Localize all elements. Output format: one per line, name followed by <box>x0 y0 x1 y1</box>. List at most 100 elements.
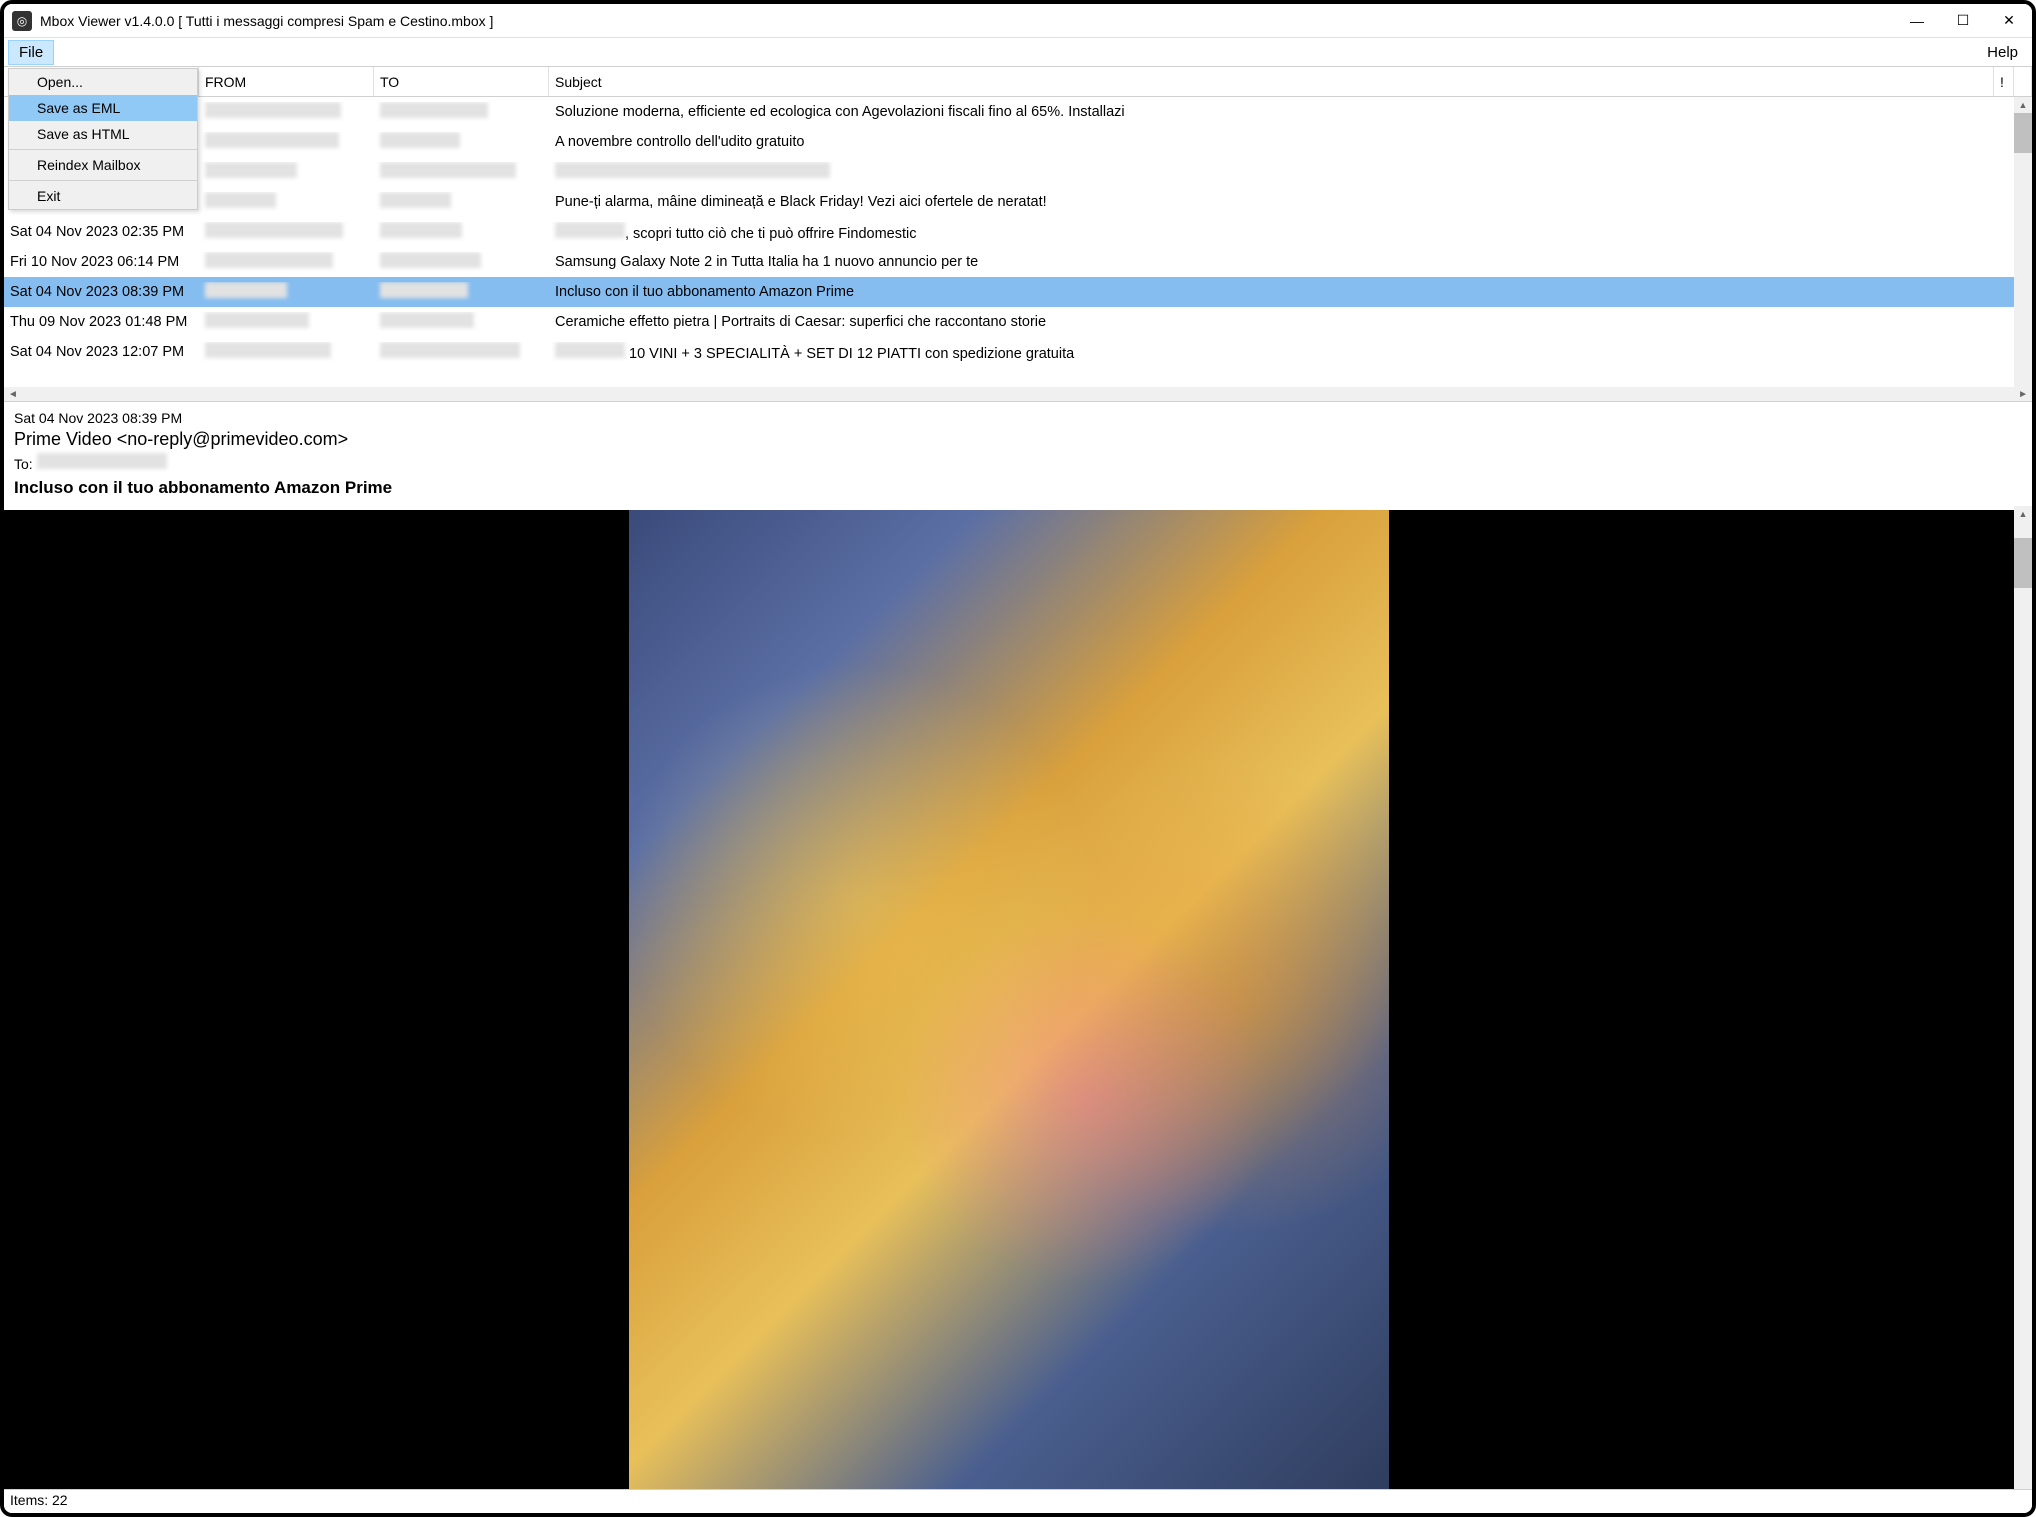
statusbar: Items: 22 <box>4 1489 2032 1513</box>
cell-date: Sat 04 Nov 2023 02:35 PM <box>4 224 199 240</box>
header-subject[interactable]: Subject <box>549 67 1994 96</box>
menubar: File Open... Save as EML Save as HTML Re… <box>4 38 2032 66</box>
cell-subject: , scopri tutto ciò che ti può offrire Fi… <box>549 222 2032 242</box>
table-row[interactable]: Thu 09 Nov 2023 11:49 PMPune-ți alarma, … <box>4 187 2032 217</box>
cell-to <box>374 312 549 332</box>
cell-subject: Soluzione moderna, efficiente ed ecologi… <box>549 104 2032 120</box>
titlebar: ◎ Mbox Viewer v1.4.0.0 [ Tutti i messagg… <box>4 4 2032 38</box>
status-items: Items: 22 <box>10 1492 68 1508</box>
menu-save-html[interactable]: Save as HTML <box>9 121 197 147</box>
maximize-button[interactable]: ☐ <box>1940 4 1986 38</box>
redacted <box>205 342 331 358</box>
menu-separator <box>9 149 197 150</box>
menu-exit[interactable]: Exit <box>9 183 197 209</box>
menu-reindex[interactable]: Reindex Mailbox <box>9 152 197 178</box>
redacted <box>205 102 341 118</box>
cell-subject <box>549 162 2032 182</box>
list-vscrollbar[interactable]: ▲ <box>2014 97 2032 387</box>
redacted <box>205 252 333 268</box>
preview-vscrollbar[interactable]: ▲ <box>2014 506 2032 1489</box>
cell-to <box>374 252 549 272</box>
redacted <box>205 282 287 298</box>
cell-from <box>199 162 374 182</box>
scroll-up-icon[interactable]: ▲ <box>2014 506 2032 522</box>
email-hero-image <box>629 510 1389 1489</box>
header-scroll-gap <box>2014 67 2032 96</box>
cell-from <box>199 252 374 272</box>
redacted <box>205 312 309 328</box>
file-dropdown: Open... Save as EML Save as HTML Reindex… <box>8 68 198 210</box>
cell-from <box>199 102 374 122</box>
window-title: Mbox Viewer v1.4.0.0 [ Tutti i messaggi … <box>40 13 1894 29</box>
cell-to <box>374 192 549 212</box>
header-flag[interactable]: ! <box>1994 67 2014 96</box>
cell-from <box>199 312 374 332</box>
menu-save-eml[interactable]: Save as EML <box>9 95 197 121</box>
cell-from <box>199 342 374 362</box>
table-row[interactable]: Fri 10 Nov 2023 11:14 AMA novembre contr… <box>4 127 2032 157</box>
cell-date: Sat 04 Nov 2023 12:07 PM <box>4 344 199 360</box>
redacted <box>380 102 488 118</box>
cell-subject: 10 VINI + 3 SPECIALITÀ + SET DI 12 PIATT… <box>549 342 2032 362</box>
cell-subject: Ceramiche effetto pietra | Portraits di … <box>549 314 2032 330</box>
table-row[interactable]: Sat 04 Nov 2023 12:07 PM 10 VINI + 3 SPE… <box>4 337 2032 367</box>
scroll-left-icon[interactable]: ◄ <box>8 389 18 400</box>
close-button[interactable]: ✕ <box>1986 4 2032 38</box>
list-hscrollbar[interactable]: ◄ ► <box>4 387 2032 401</box>
table-row[interactable]: Thu 09 Nov 2023 01:48 PM Ceramiche effett… <box>4 307 2032 337</box>
table-row[interactable]: Wed 08 Nov 2023 12:07 AM <box>4 157 2032 187</box>
cell-to <box>374 132 549 152</box>
cell-from <box>199 222 374 242</box>
cell-subject: Incluso con il tuo abbonamento Amazon Pr… <box>549 284 2032 300</box>
cell-subject: Samsung Galaxy Note 2 in Tutta Italia ha… <box>549 254 2032 270</box>
preview-from: Prime Video <no-reply@primevideo.com> <box>14 429 2022 450</box>
menu-help[interactable]: Help <box>1977 41 2028 64</box>
redacted-to <box>37 453 167 469</box>
redacted <box>205 132 339 148</box>
preview-date: Sat 04 Nov 2023 08:39 PM <box>14 410 2022 426</box>
menu-file[interactable]: File <box>8 40 54 65</box>
cell-subject: A novembre controllo dell'udito gratuito <box>549 134 2032 150</box>
scroll-thumb[interactable] <box>2014 113 2032 153</box>
cell-to <box>374 222 549 242</box>
redacted <box>205 192 276 208</box>
redacted <box>380 252 481 268</box>
header-from[interactable]: FROM <box>199 67 374 96</box>
app-icon: ◎ <box>12 11 32 31</box>
minimize-button[interactable]: — <box>1894 4 1940 38</box>
cell-to <box>374 342 549 362</box>
scroll-up-icon[interactable]: ▲ <box>2014 97 2032 113</box>
preview-subject: Incluso con il tuo abbonamento Amazon Pr… <box>14 478 2022 498</box>
redacted <box>205 162 297 178</box>
redacted <box>380 282 468 298</box>
cell-date: Thu 09 Nov 2023 01:48 PM <box>4 314 199 330</box>
cell-from <box>199 282 374 302</box>
redacted <box>380 192 451 208</box>
preview-pane: Sat 04 Nov 2023 08:39 PM Prime Video <no… <box>4 401 2032 1489</box>
cell-from <box>199 192 374 212</box>
redacted <box>205 222 343 238</box>
message-list: FROM TO Subject ! Soluzione moderna, eff… <box>4 66 2032 401</box>
table-row[interactable]: Fri 10 Nov 2023 06:14 PM Samsung Galaxy N… <box>4 247 2032 277</box>
scroll-right-icon[interactable]: ► <box>2018 389 2028 400</box>
redacted <box>380 312 474 328</box>
menu-open[interactable]: Open... <box>9 69 197 95</box>
redacted <box>380 342 520 358</box>
menu-separator <box>9 180 197 181</box>
list-header: FROM TO Subject ! <box>4 67 2032 97</box>
cell-to <box>374 162 549 182</box>
redacted <box>380 222 462 238</box>
table-row[interactable]: Sat 04 Nov 2023 02:35 PM , scopri tutto c… <box>4 217 2032 247</box>
cell-to <box>374 282 549 302</box>
preview-body <box>4 510 2014 1489</box>
table-row[interactable]: Sat 04 Nov 2023 08:39 PM Incluso con il t… <box>4 277 2032 307</box>
cell-to <box>374 102 549 122</box>
redacted <box>380 162 516 178</box>
header-to[interactable]: TO <box>374 67 549 96</box>
redacted <box>380 132 460 148</box>
cell-date: Sat 04 Nov 2023 08:39 PM <box>4 284 199 300</box>
cell-subject: Pune-ți alarma, mâine dimineață e Black … <box>549 194 2032 210</box>
scroll-thumb[interactable] <box>2014 538 2032 588</box>
table-row[interactable]: Soluzione moderna, efficiente ed ecologi… <box>4 97 2032 127</box>
cell-date: Fri 10 Nov 2023 06:14 PM <box>4 254 199 270</box>
